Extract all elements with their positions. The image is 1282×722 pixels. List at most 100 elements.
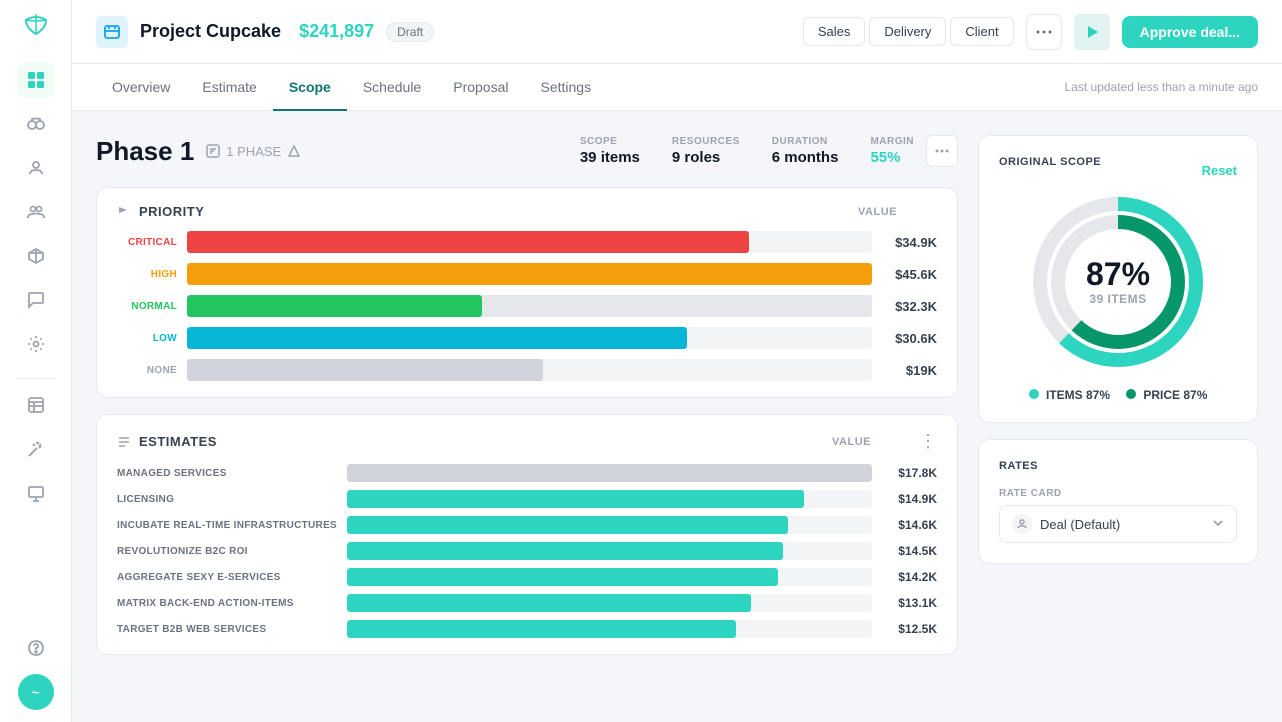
sales-tab[interactable]: Sales (803, 17, 866, 46)
phase-stat-margin: MARGIN 55% (870, 136, 914, 166)
priority-row-critical: CRITICAL $34.9K (117, 231, 937, 253)
priority-row-normal: NORMAL $32.3K (117, 295, 937, 317)
estimate-amount-5: $13.1K (882, 596, 937, 610)
estimate-bar-4 (347, 568, 872, 586)
estimates-card: ESTIMATES VALUE ⋮ MANAGED SERVICES $17.8… (96, 414, 958, 655)
view-tabs: Sales Delivery Client (803, 17, 1014, 46)
phase-count-label: 1 PHASE (226, 144, 281, 159)
priority-row-low: LOW $30.6K (117, 327, 937, 349)
estimate-label-1: LICENSING (117, 494, 337, 505)
estimate-bar-1 (347, 490, 872, 508)
project-title: Project Cupcake (140, 21, 281, 42)
priority-card: PRIORITY VALUE CRITICAL $34.9K (96, 187, 958, 398)
phase-header: Phase 1 1 PHASE SCOPE 39 items (96, 135, 958, 167)
legend-items-label: ITEMS 87% (1046, 388, 1110, 402)
delivery-tab[interactable]: Delivery (869, 17, 946, 46)
donut-chart-container: 87% 39 ITEMS (999, 192, 1237, 372)
priority-card-title: PRIORITY (139, 204, 850, 219)
priority-value-label: VALUE (858, 206, 897, 218)
estimates-card-header: ESTIMATES VALUE ⋮ (97, 415, 957, 464)
priority-amount-low: $30.6K (882, 331, 937, 346)
estimate-amount-3: $14.5K (882, 544, 937, 558)
sidebar-logo[interactable] (22, 12, 50, 46)
donut-chart: 87% 39 ITEMS (1028, 192, 1208, 372)
legend-price-dot (1126, 389, 1136, 399)
project-icon (96, 16, 128, 48)
rates-title: Rates (999, 460, 1237, 472)
sidebar-bottom: ~ (18, 630, 54, 710)
estimates-value-label: VALUE (832, 436, 871, 448)
priority-card-header: PRIORITY VALUE (97, 188, 957, 231)
estimates-card-title: ESTIMATES (139, 434, 824, 449)
phase-stats: SCOPE 39 items RESOURCES 9 roles DURATIO… (580, 136, 914, 166)
sidebar-item-monitor[interactable] (18, 475, 54, 511)
estimate-row-3: REVOLUTIONIZE B2C ROI $14.5K (117, 542, 937, 560)
legend-items: ITEMS 87% (1029, 388, 1110, 402)
header: Project Cupcake $241,897 Draft Sales Del… (72, 0, 1282, 64)
estimate-label-5: MATRIX BACK-END ACTION-ITEMS (117, 598, 337, 609)
priority-amount-critical: $34.9K (882, 235, 937, 250)
priority-label-low: LOW (117, 333, 177, 344)
priority-row-high: HIGH $45.6K (117, 263, 937, 285)
client-tab[interactable]: Client (950, 17, 1013, 46)
phase-meta: 1 PHASE (206, 144, 301, 159)
sidebar-item-wand[interactable] (18, 431, 54, 467)
legend-price-label: PRICE 87% (1143, 388, 1207, 402)
estimate-bar-0 (347, 464, 872, 482)
sidebar-item-settings[interactable] (18, 326, 54, 362)
estimate-label-3: REVOLUTIONIZE B2C ROI (117, 546, 337, 557)
estimate-label-0: MANAGED SERVICES (117, 468, 337, 479)
play-button[interactable] (1074, 14, 1110, 50)
sidebar-item-chat[interactable] (18, 282, 54, 318)
donut-percentage: 87% (1086, 258, 1150, 290)
priority-label-critical: CRITICAL (117, 237, 177, 248)
estimate-row-4: AGGREGATE SEXY E-SERVICES $14.2K (117, 568, 937, 586)
rate-select-icon (1012, 514, 1032, 534)
tab-scope[interactable]: Scope (273, 65, 347, 111)
priority-amount-normal: $32.3K (882, 299, 937, 314)
estimate-amount-1: $14.9K (882, 492, 937, 506)
phase-title: Phase 1 (96, 136, 194, 167)
priority-amount-none: $19K (882, 363, 937, 378)
rate-card-value: Deal (Default) (1040, 517, 1204, 532)
priority-label-normal: NORMAL (117, 301, 177, 312)
legend-price: PRICE 87% (1126, 388, 1207, 402)
approve-deal-button[interactable]: Approve deal... (1122, 16, 1258, 48)
rate-card-row: RATE CARD Deal (Default) (999, 488, 1237, 543)
chevron-down-icon (1212, 517, 1224, 532)
sidebar-item-binoculars[interactable] (18, 106, 54, 142)
sidebar-item-grid[interactable] (18, 62, 54, 98)
estimate-amount-2: $14.6K (882, 518, 937, 532)
phase-stat-resources: RESOURCES 9 roles (672, 136, 740, 166)
main-content: Project Cupcake $241,897 Draft Sales Del… (72, 0, 1282, 722)
content-area: Phase 1 1 PHASE SCOPE 39 items (72, 111, 1282, 722)
project-status-badge: Draft (386, 22, 434, 42)
estimate-label-6: TARGET B2B WEB SERVICES (117, 624, 337, 635)
more-options-button[interactable] (1026, 14, 1062, 50)
priority-bar-high (187, 263, 872, 285)
priority-label-none: NONE (117, 365, 177, 376)
phase-options-button[interactable] (926, 135, 958, 167)
user-avatar[interactable]: ~ (18, 674, 54, 710)
sidebar-item-person[interactable] (18, 150, 54, 186)
tab-overview[interactable]: Overview (96, 65, 186, 111)
rate-card-select[interactable]: Deal (Default) (999, 505, 1237, 543)
donut-items-label: 39 ITEMS (1086, 292, 1150, 306)
sidebar-item-box[interactable] (18, 238, 54, 274)
tab-settings[interactable]: Settings (525, 65, 608, 111)
sidebar-item-team[interactable] (18, 194, 54, 230)
estimate-bar-2 (347, 516, 872, 534)
tab-estimate[interactable]: Estimate (186, 65, 272, 111)
priority-bar-normal (187, 295, 872, 317)
rate-card-label: RATE CARD (999, 488, 1237, 499)
sidebar-item-help[interactable] (18, 630, 54, 666)
tab-schedule[interactable]: Schedule (347, 65, 437, 111)
reset-button[interactable]: Reset (1202, 163, 1237, 178)
tab-proposal[interactable]: Proposal (437, 65, 524, 111)
sidebar-item-table[interactable] (18, 387, 54, 423)
phase-stat-scope: SCOPE 39 items (580, 136, 640, 166)
original-scope-title: ORIGINAL SCOPE (999, 156, 1101, 168)
estimates-options-button[interactable]: ⋮ (919, 431, 937, 452)
estimate-amount-0: $17.8K (882, 466, 937, 480)
project-amount: $241,897 (299, 21, 374, 42)
